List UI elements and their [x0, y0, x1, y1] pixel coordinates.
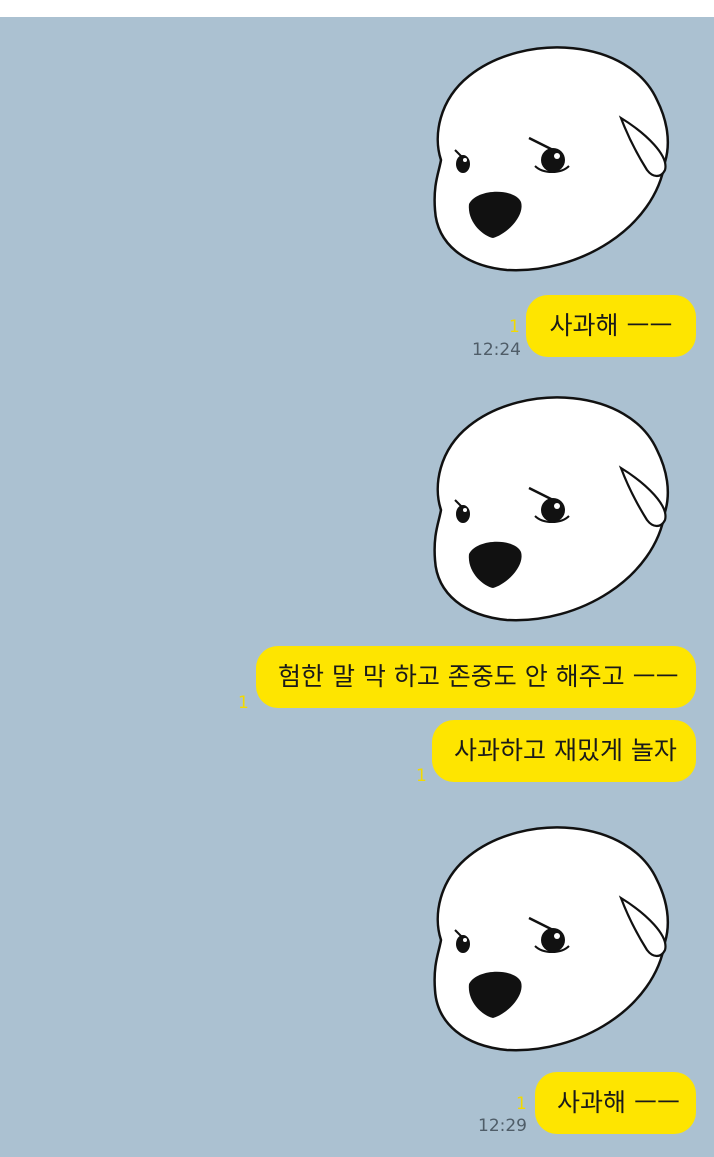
puppy-face-icon: [433, 826, 670, 1052]
message-bubble[interactable]: 험한 말 막 하고 존중도 안 해주고 ㅡㅡ: [256, 646, 696, 708]
message-time: 12:24: [472, 340, 521, 360]
puppy-face-icon: [433, 396, 670, 622]
unread-count: 1: [516, 1094, 527, 1114]
angry-puppy-sticker[interactable]: [428, 818, 680, 1058]
message-bubble[interactable]: 사과하고 재밌게 놀자: [432, 720, 696, 782]
unread-count: 1: [238, 693, 249, 713]
message-time: 12:29: [478, 1116, 527, 1136]
angry-puppy-sticker[interactable]: [428, 38, 680, 278]
unread-count: 1: [416, 766, 427, 786]
message-bubble[interactable]: 사과해 ㅡㅡ: [526, 295, 696, 357]
unread-count: 1: [509, 317, 520, 337]
status-bar-area: [0, 0, 714, 17]
angry-puppy-sticker[interactable]: [428, 388, 680, 628]
message-bubble[interactable]: 사과해 ㅡㅡ: [535, 1072, 696, 1134]
puppy-face-icon: [433, 46, 670, 272]
